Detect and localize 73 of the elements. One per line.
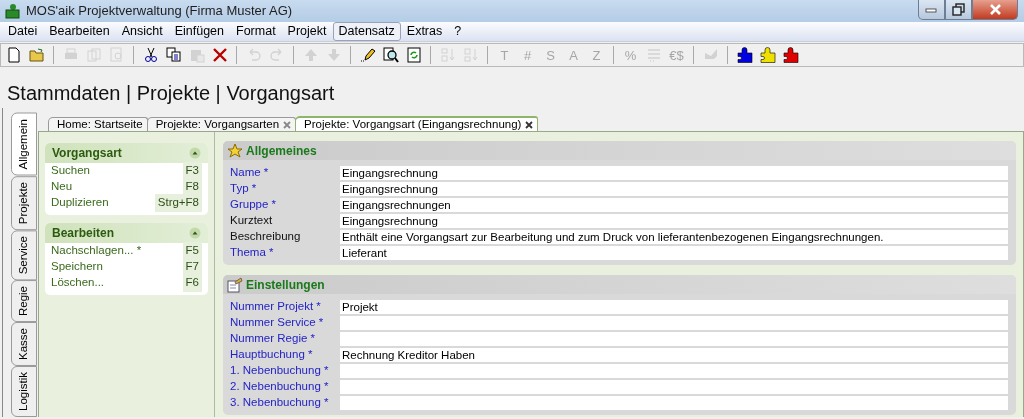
document-tab[interactable]: Projekte: Vorgangsart (Eingangsrechnung) (295, 116, 539, 131)
settings-icon (227, 276, 243, 293)
magnifier-icon[interactable] (381, 45, 400, 65)
panel-title: Vorgangsart (52, 145, 122, 162)
panel-title: Bearbeiten (52, 225, 115, 242)
field-label: 2. Nebenbuchung * (229, 379, 330, 395)
close-button[interactable] (972, 0, 1018, 20)
star-icon (227, 142, 243, 159)
input-field[interactable]: Lieferant (340, 246, 1008, 260)
input-field[interactable] (340, 364, 1008, 378)
task-link[interactable]: Duplizieren (51, 194, 109, 212)
document-tab[interactable]: Projekte: Vorgangsarten (146, 117, 297, 131)
input-field[interactable]: Eingangsrechnung (340, 166, 1008, 180)
task-link[interactable]: Neu (51, 178, 73, 196)
menu-item[interactable]: Datensatz (332, 22, 401, 41)
task-link[interactable]: Speichern (51, 258, 103, 276)
field-label: 1. Nebenbuchung * (229, 363, 330, 379)
restore-button[interactable] (945, 0, 972, 20)
input-field[interactable]: Eingangsrechnungen (340, 198, 1008, 212)
menu-item[interactable]: ? (448, 22, 468, 41)
task-link[interactable]: Nachschlagen... * (51, 242, 142, 260)
field-label: Typ * (229, 181, 258, 197)
side-tab[interactable]: Service (11, 229, 37, 281)
field-label: Beschreibung (229, 229, 302, 245)
field-label: Nummer Service * (229, 315, 325, 331)
field-label: Name * (229, 165, 270, 181)
task-link[interactable]: Suchen (51, 162, 90, 180)
field-label: Gruppe * (229, 197, 278, 213)
menu-item[interactable]: Ansicht (115, 22, 169, 41)
input-field[interactable]: Eingangsrechnung (340, 214, 1008, 228)
input-field[interactable]: Eingangsrechnung (340, 182, 1008, 196)
shortcut-label: Strg+F8 (154, 194, 202, 212)
close-icon (987, 3, 1003, 16)
input-field[interactable] (340, 332, 1008, 346)
close-icon[interactable] (525, 120, 534, 129)
app-icon (4, 3, 20, 19)
input-field[interactable]: Enthält eine Vorgangsart zur Bearbeitung und zum Druck von lieferantenbezogenen Eingangsrechnungen. (340, 230, 1008, 244)
menu-item[interactable]: Projekt (281, 22, 333, 41)
side-tab[interactable]: Logistik (11, 366, 37, 418)
menu-item[interactable]: Datei (2, 22, 44, 41)
section-title: Einstellungen (246, 276, 325, 294)
window-title: MOS'aik Projektverwaltung (Firma Muster AG) (26, 2, 293, 21)
copy-icon[interactable] (164, 45, 183, 65)
side-tab[interactable]: Regie (11, 280, 37, 323)
document-tab[interactable]: Home: Startseite (48, 117, 148, 131)
input-field[interactable] (340, 396, 1008, 410)
menu-item[interactable]: Format (230, 22, 282, 41)
field-label: Hauptbuchung * (229, 347, 314, 363)
restore-icon (951, 3, 966, 16)
field-label: Kurztext (229, 213, 274, 229)
field-label: Nummer Projekt * (229, 299, 322, 315)
folder-icon[interactable] (27, 45, 46, 65)
menu-item[interactable]: Extras (400, 22, 449, 41)
side-tab[interactable]: Kasse (11, 322, 37, 367)
input-field[interactable] (340, 316, 1008, 330)
minimize-button[interactable] (918, 0, 945, 20)
input-field[interactable]: Rechnung Kreditor Haben (340, 348, 1008, 362)
page-heading: Stammdaten | Projekte | Vorgangsart (6, 81, 336, 106)
shortcut-label: F6 (182, 274, 202, 292)
field-label: Nummer Regie * (229, 331, 316, 347)
field-label: 3. Nebenbuchung * (229, 395, 330, 411)
refresh-icon[interactable] (404, 45, 423, 65)
collapse-icon[interactable] (189, 147, 201, 159)
collapse-icon[interactable] (189, 227, 201, 239)
side-tab[interactable]: Projekte (11, 175, 37, 230)
menu-item[interactable]: Einfügen (168, 22, 230, 41)
menu-item[interactable]: Bearbeiten (43, 22, 116, 41)
task-link[interactable]: Löschen... (51, 274, 105, 292)
section-title: Allgemeines (246, 142, 317, 160)
side-tab[interactable]: Allgemein (11, 113, 37, 176)
field-label: Thema * (229, 245, 275, 261)
input-field[interactable] (340, 380, 1008, 394)
input-field[interactable]: Projekt (340, 300, 1008, 314)
